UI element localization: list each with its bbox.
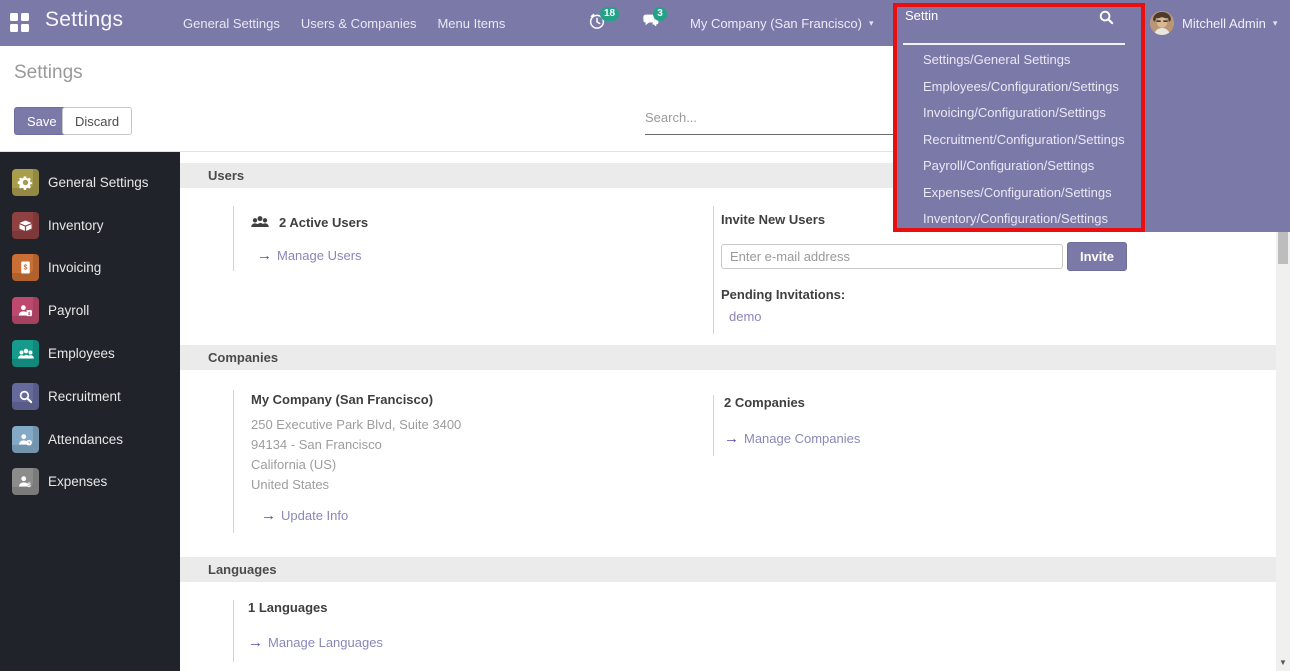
section-header-languages: Languages — [180, 557, 1276, 582]
address-line: 250 Executive Park Blvd, Suite 3400 — [251, 415, 653, 435]
messages-count-badge: 3 — [653, 7, 667, 21]
search-result-item[interactable]: Recruitment/Configuration/Settings — [893, 127, 1153, 154]
section-header-companies: Companies — [180, 345, 1276, 370]
company-switcher-label: My Company (San Francisco) — [690, 16, 862, 31]
sidebar-item-employees[interactable]: Employees — [0, 332, 180, 375]
active-users-count: 2 Active Users — [279, 215, 368, 230]
svg-text:$: $ — [27, 483, 31, 490]
sidebar-item-label: General Settings — [48, 175, 149, 190]
arrow-right-icon: → — [724, 432, 739, 445]
address-line: United States — [251, 475, 653, 495]
attendance-icon — [12, 426, 39, 453]
settings-sidebar: General Settings Inventory $ Invoicing $… — [0, 152, 180, 671]
app-brand-title[interactable]: Settings — [45, 8, 123, 32]
expenses-icon: $ — [12, 468, 39, 495]
address-line: California (US) — [251, 455, 653, 475]
navbar-menu: General Settings Users & Companies Menu … — [183, 0, 505, 46]
sidebar-item-invoicing[interactable]: $ Invoicing — [0, 247, 180, 290]
recruitment-icon — [12, 383, 39, 410]
gear-icon — [12, 169, 39, 196]
messages-systray[interactable]: 3 — [641, 9, 671, 37]
arrow-right-icon: → — [257, 249, 272, 262]
breadcrumb: Settings — [14, 62, 83, 84]
box-icon — [12, 212, 39, 239]
scrollbar-down-arrow[interactable]: ▼ — [1276, 658, 1290, 668]
employees-icon — [12, 340, 39, 367]
company-switcher[interactable]: My Company (San Francisco) ▾ — [690, 0, 873, 46]
update-info-link[interactable]: → Update Info — [261, 508, 653, 523]
sidebar-item-expenses[interactable]: $ Expenses — [0, 461, 180, 504]
nav-item-users-companies[interactable]: Users & Companies — [301, 16, 417, 31]
companies-count: 2 Companies — [724, 395, 1133, 410]
search-result-item[interactable]: Payroll/Configuration/Settings — [893, 153, 1153, 180]
companies-count-block: 2 Companies → Manage Companies — [713, 395, 1133, 456]
invoice-icon: $ — [12, 254, 39, 281]
manage-languages-link[interactable]: → Manage Languages — [248, 635, 653, 650]
sidebar-item-label: Attendances — [48, 432, 123, 447]
arrow-right-icon: → — [248, 636, 263, 649]
search-result-item[interactable]: Expenses/Configuration/Settings — [893, 180, 1153, 207]
user-avatar — [1150, 11, 1174, 35]
search-icon[interactable] — [1098, 9, 1115, 26]
invite-button[interactable]: Invite — [1067, 242, 1127, 271]
user-name-label: Mitchell Admin — [1182, 16, 1266, 31]
company-name: My Company (San Francisco) — [251, 392, 653, 407]
sidebar-item-label: Employees — [48, 346, 115, 361]
languages-block: 1 Languages → Manage Languages — [233, 600, 653, 662]
user-menu[interactable]: Mitchell Admin ▾ — [1150, 0, 1277, 46]
chevron-down-icon: ▾ — [1273, 18, 1278, 29]
address-line: 94134 - San Francisco — [251, 435, 653, 455]
sidebar-item-label: Payroll — [48, 303, 89, 318]
apps-menu-icon[interactable] — [10, 13, 30, 33]
nav-item-menu-items[interactable]: Menu Items — [437, 16, 505, 31]
svg-text:$: $ — [28, 311, 31, 316]
languages-count: 1 Languages — [248, 600, 653, 615]
discard-button[interactable]: Discard — [62, 107, 132, 135]
sidebar-item-label: Expenses — [48, 474, 107, 489]
sidebar-item-inventory[interactable]: Inventory — [0, 204, 180, 247]
active-users-block: 2 Active Users → Manage Users — [233, 206, 653, 271]
sidebar-item-label: Invoicing — [48, 260, 101, 275]
odoo-settings-screen: Settings General Settings Users & Compan… — [0, 0, 1290, 671]
activity-count-badge: 18 — [600, 7, 619, 21]
manage-users-link[interactable]: → Manage Users — [257, 248, 653, 263]
sidebar-item-label: Inventory — [48, 218, 104, 233]
manage-companies-link[interactable]: → Manage Companies — [724, 431, 1133, 446]
company-info-block: My Company (San Francisco) 250 Executive… — [233, 390, 653, 533]
sidebar-item-general-settings[interactable]: General Settings — [0, 161, 180, 204]
scrollbar-thumb[interactable] — [1278, 232, 1288, 264]
search-result-item[interactable]: Invoicing/Configuration/Settings — [893, 100, 1153, 127]
svg-text:$: $ — [24, 264, 28, 272]
search-result-item[interactable]: Employees/Configuration/Settings — [893, 74, 1153, 101]
payroll-icon: $ — [12, 297, 39, 324]
settings-search-input[interactable] — [645, 104, 893, 125]
search-result-item[interactable]: Inventory/Configuration/Settings — [893, 206, 1153, 233]
menu-search-results: Settings/General Settings Employees/Conf… — [893, 47, 1153, 233]
sidebar-item-recruitment[interactable]: Recruitment — [0, 375, 180, 418]
sidebar-item-attendances[interactable]: Attendances — [0, 418, 180, 461]
company-address: 250 Executive Park Blvd, Suite 3400 9413… — [251, 415, 653, 495]
search-result-item[interactable]: Settings/General Settings — [893, 47, 1153, 74]
chevron-down-icon: ▾ — [869, 18, 874, 29]
sidebar-item-label: Recruitment — [48, 389, 121, 404]
pending-invitations-label: Pending Invitations: — [721, 287, 1153, 302]
nav-item-general-settings[interactable]: General Settings — [183, 16, 280, 31]
arrow-right-icon: → — [261, 509, 276, 522]
sidebar-item-payroll[interactable]: $ Payroll — [0, 289, 180, 332]
activity-systray[interactable]: 18 — [588, 9, 618, 37]
settings-search-box — [645, 104, 893, 135]
pending-user-link[interactable]: demo — [721, 309, 1153, 324]
users-group-icon — [249, 212, 271, 232]
invite-email-field[interactable] — [721, 244, 1063, 269]
menu-search-input[interactable] — [905, 8, 1105, 23]
search-input-underline — [903, 43, 1125, 45]
